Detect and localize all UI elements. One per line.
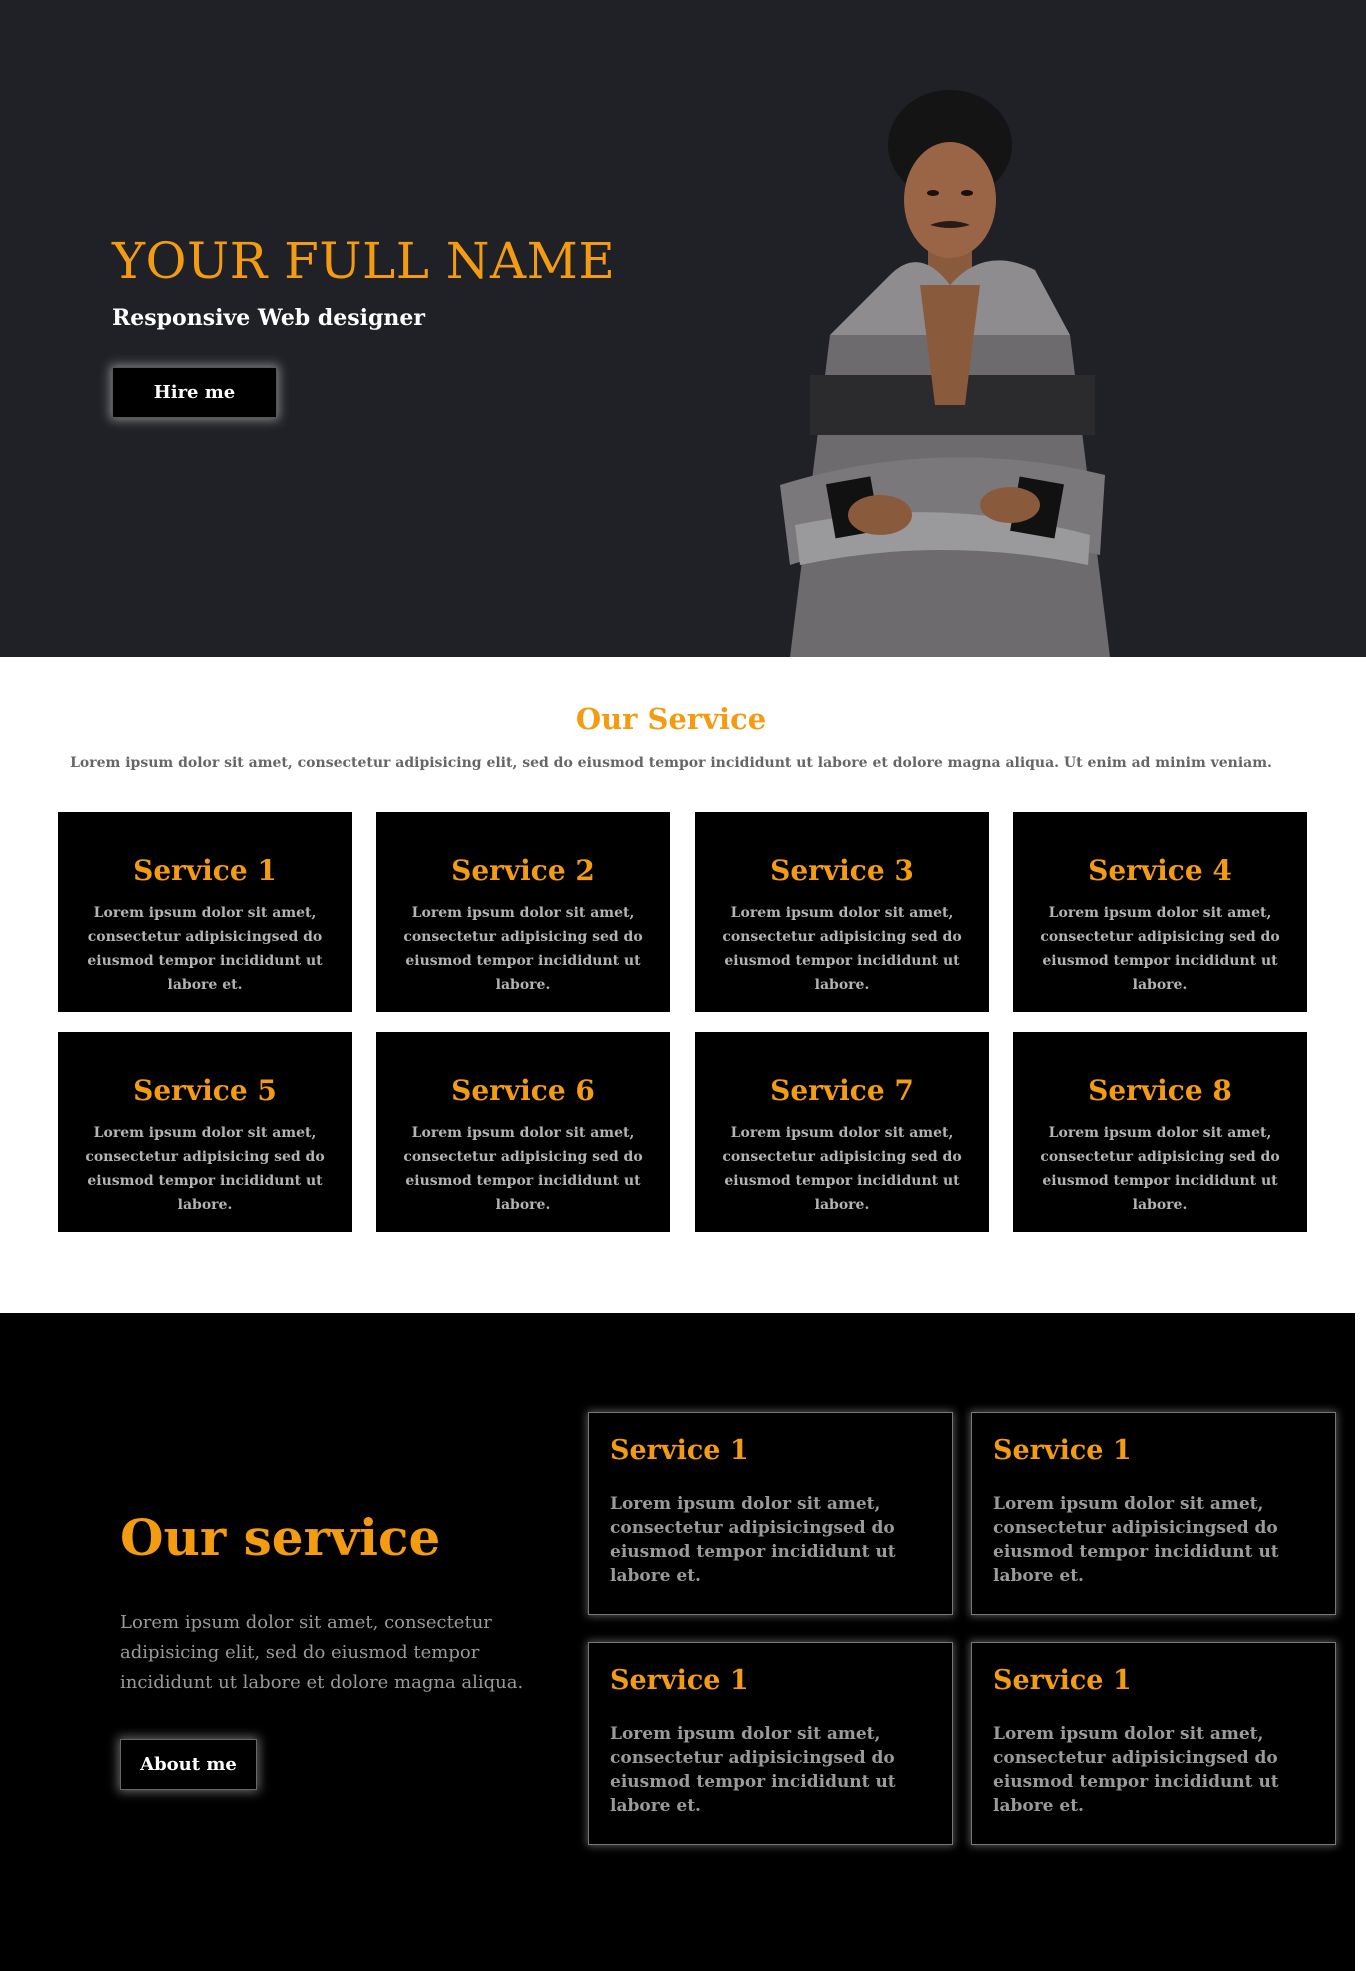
dark-service-card: Service 1 Lorem ipsum dolor sit amet, co… — [588, 1412, 953, 1615]
service-card: Service 3 Lorem ipsum dolor sit amet, co… — [695, 812, 989, 1012]
about-me-button[interactable]: About me — [120, 1739, 257, 1790]
service-card-text: Lorem ipsum dolor sit amet, consectetur … — [85, 1125, 325, 1213]
services-subtitle: Lorem ipsum dolor sit amet, consectetur … — [70, 755, 1272, 771]
dark-service-card-text: Lorem ipsum dolor sit amet, consectetur … — [610, 1724, 896, 1816]
service-card-text: Lorem ipsum dolor sit amet, consectetur … — [1040, 905, 1280, 993]
service-card-title: Service 8 — [1088, 1074, 1232, 1107]
dark-service-card-text: Lorem ipsum dolor sit amet, consectetur … — [610, 1494, 896, 1586]
portrait-image — [780, 90, 1110, 657]
service-card-title: Service 1 — [133, 854, 277, 887]
service-card-text: Lorem ipsum dolor sit amet, consectetur … — [722, 1125, 962, 1213]
service-card-title: Service 6 — [451, 1074, 595, 1107]
service-card-title: Service 4 — [1088, 854, 1232, 887]
services-heading: Our Service — [575, 702, 767, 736]
service-card-text: Lorem ipsum dolor sit amet, consectetur … — [722, 905, 962, 993]
service-card-text: Lorem ipsum dolor sit amet, consectetur … — [1040, 1125, 1280, 1213]
dark-service-card: Service 1 Lorem ipsum dolor sit amet, co… — [588, 1642, 953, 1845]
service-card: Service 8 Lorem ipsum dolor sit amet, co… — [1013, 1032, 1307, 1232]
service-card: Service 1 Lorem ipsum dolor sit amet, co… — [58, 812, 352, 1012]
service-card-text: Lorem ipsum dolor sit amet, consectetur … — [403, 905, 643, 993]
dark-service-card-title: Service 1 — [610, 1665, 749, 1696]
dark-service-card: Service 1 Lorem ipsum dolor sit amet, co… — [971, 1642, 1336, 1845]
dark-service-card-title: Service 1 — [993, 1665, 1132, 1696]
service-card: Service 4 Lorem ipsum dolor sit amet, co… — [1013, 812, 1307, 1012]
service-card: Service 7 Lorem ipsum dolor sit amet, co… — [695, 1032, 989, 1232]
hero-name: YOUR FULL NAME — [112, 232, 616, 290]
dark-service-card-text: Lorem ipsum dolor sit amet, consectetur … — [993, 1724, 1279, 1816]
service-card-title: Service 7 — [770, 1074, 914, 1107]
service-card-text: Lorem ipsum dolor sit amet, consectetur … — [403, 1125, 643, 1213]
service-card: Service 5 Lorem ipsum dolor sit amet, co… — [58, 1032, 352, 1232]
service-card: Service 6 Lorem ipsum dolor sit amet, co… — [376, 1032, 670, 1232]
service-card-text: Lorem ipsum dolor sit amet, consectetur … — [87, 905, 323, 993]
service-card-title: Service 3 — [770, 854, 914, 887]
dark-service-card-text: Lorem ipsum dolor sit amet, consectetur … — [993, 1494, 1279, 1586]
hero-role: Responsive Web designer — [112, 305, 425, 331]
service-card-title: Service 5 — [133, 1074, 277, 1107]
hire-me-button[interactable]: Hire me — [112, 367, 277, 418]
dark-service-text: Lorem ipsum dolor sit amet, consectetur … — [120, 1612, 524, 1693]
dark-service-card-title: Service 1 — [610, 1435, 749, 1466]
dark-service-card-title: Service 1 — [993, 1435, 1132, 1466]
dark-service-title: Our service — [120, 1508, 441, 1567]
dark-service-card: Service 1 Lorem ipsum dolor sit amet, co… — [971, 1412, 1336, 1615]
hero-section: YOUR FULL NAME Responsive Web designer H… — [0, 0, 1366, 657]
service-card: Service 2 Lorem ipsum dolor sit amet, co… — [376, 812, 670, 1012]
service-card-title: Service 2 — [451, 854, 595, 887]
